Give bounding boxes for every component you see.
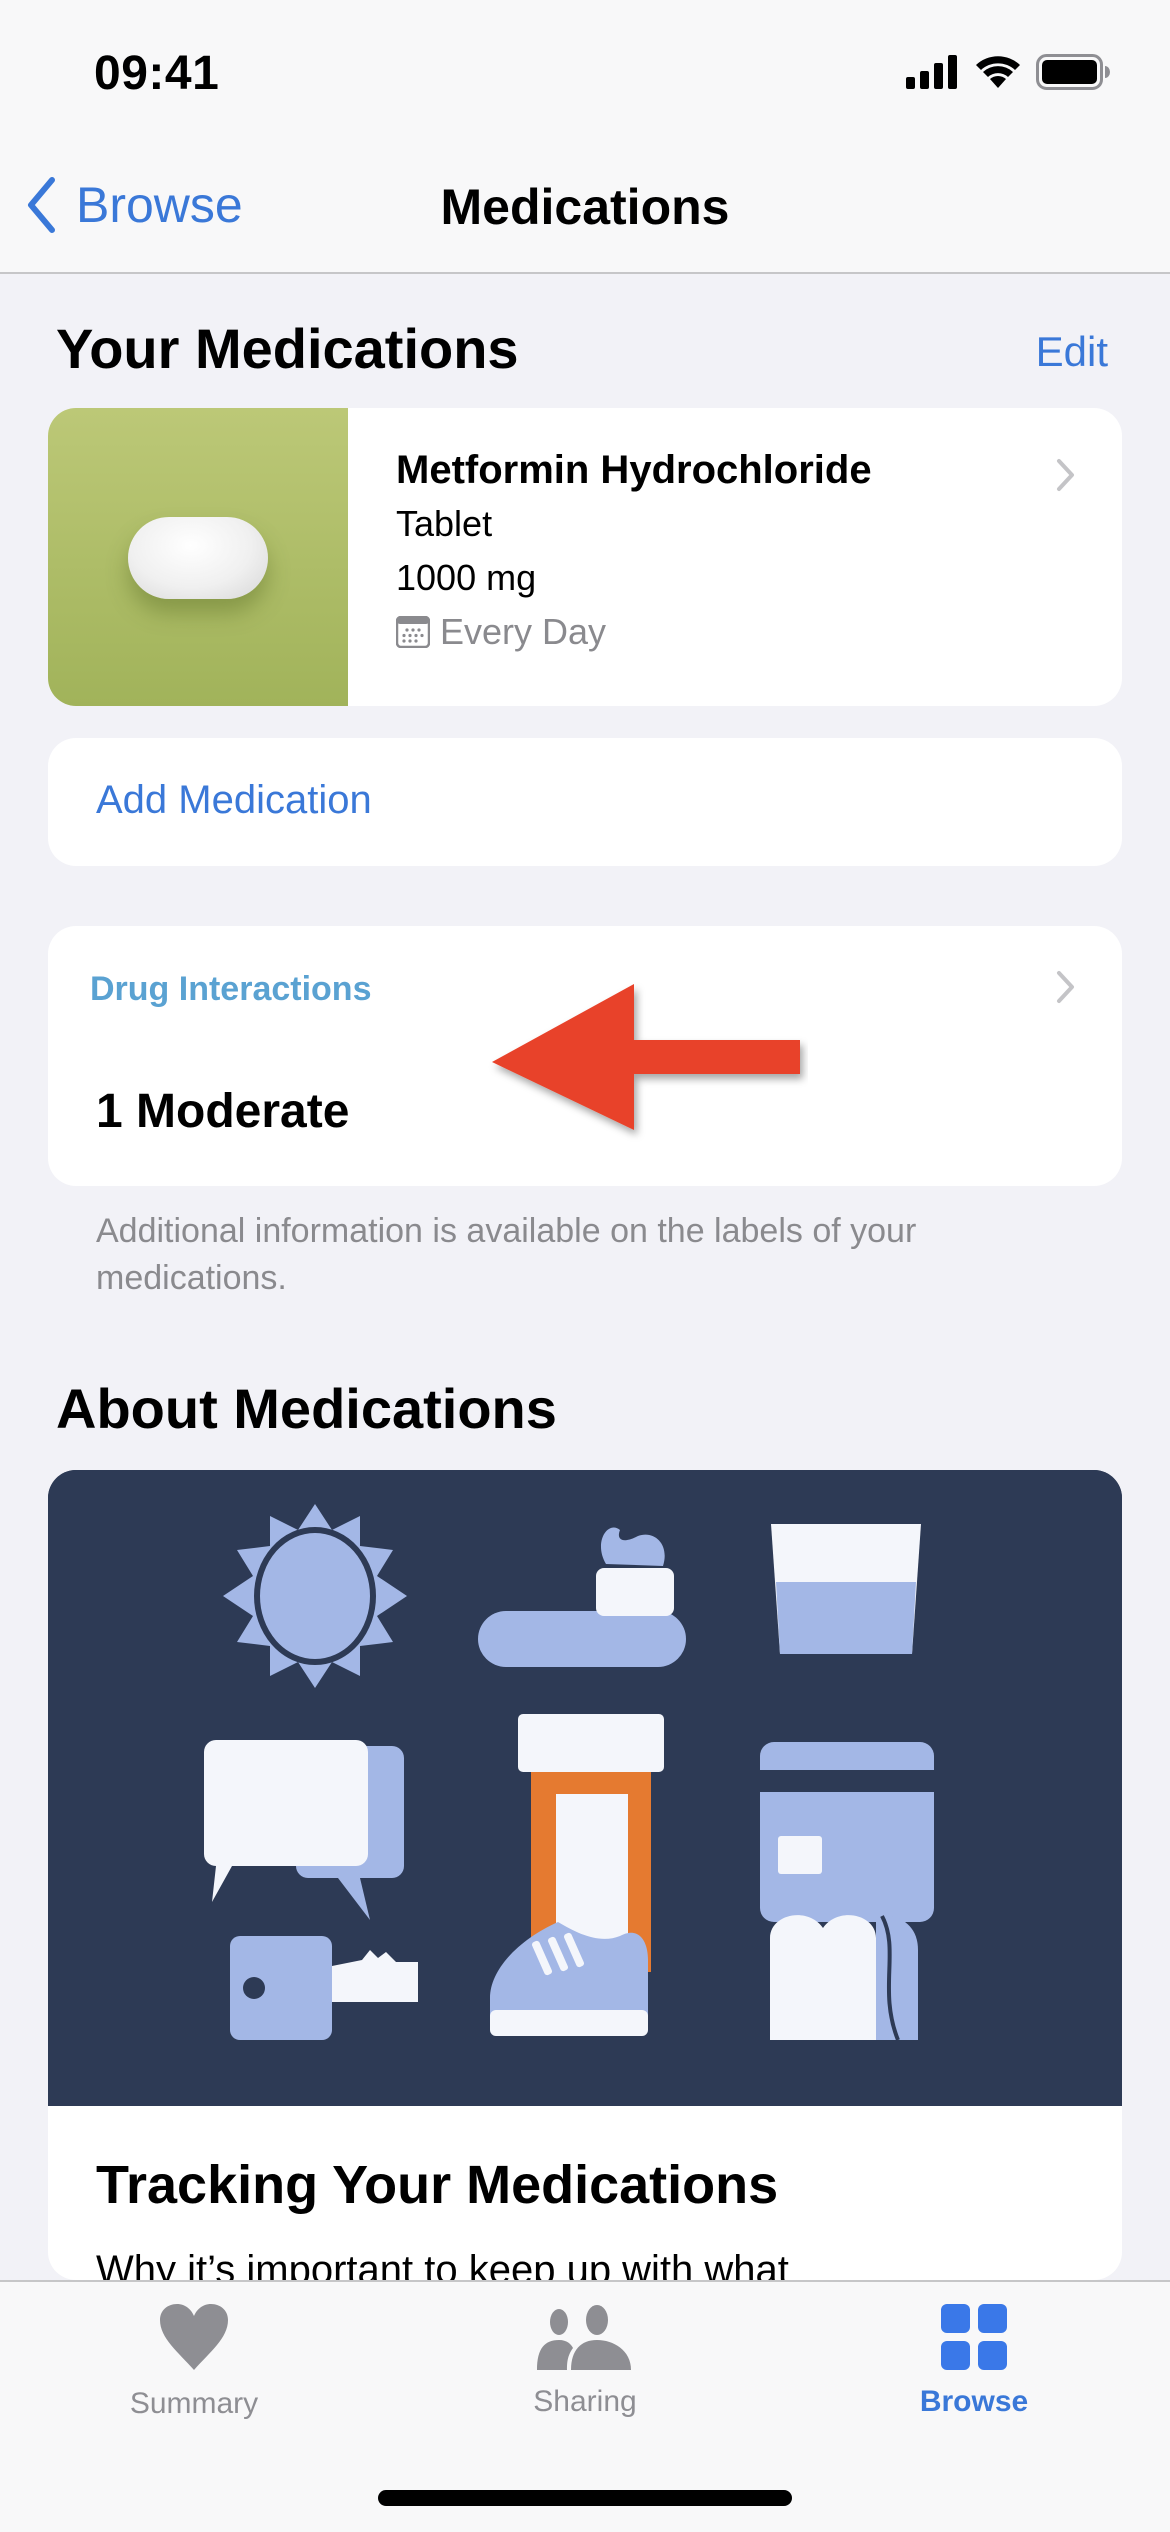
medication-frequency: Every Day [396, 611, 1122, 653]
medication-info: Metformin Hydrochloride Tablet 1000 mg E… [348, 408, 1122, 706]
home-indicator[interactable] [378, 2490, 792, 2506]
medication-name: Metformin Hydrochloride [396, 448, 872, 492]
bread-icon [770, 1914, 918, 2041]
chevron-right-icon [1057, 459, 1074, 491]
article-title: Tracking Your Medications [96, 2155, 779, 2215]
tab-sharing-label: Sharing [533, 2385, 637, 2418]
medication-form: Tablet [396, 503, 493, 544]
tab-summary[interactable]: Summary [64, 2304, 324, 2421]
drug-interactions-title: Drug Interactions [90, 970, 372, 1008]
water-glass-icon [771, 1524, 921, 1654]
tablet-pill-icon [128, 517, 268, 599]
tab-summary-label: Summary [129, 2387, 259, 2420]
wifi-icon [976, 56, 1020, 88]
signal-icon [906, 55, 957, 89]
add-medication-button[interactable]: Add Medication [48, 738, 1122, 866]
people-icon [537, 2305, 631, 2370]
medication-card[interactable]: Metformin Hydrochloride Tablet 1000 mg E… [48, 408, 1122, 706]
scroll-content[interactable]: Your Medications Edit Metformin Hydrochl… [0, 276, 1170, 2280]
tab-sharing[interactable]: Sharing [455, 2304, 715, 2419]
calendar-icon [396, 616, 430, 648]
grid-icon [941, 2304, 1007, 2370]
medication-image [48, 408, 348, 706]
article-card[interactable]: Tracking Your Medications Why it’s impor… [48, 1470, 1122, 2280]
status-time: 09:41 [94, 47, 220, 100]
medication-dose: 1000 mg [396, 557, 537, 598]
page-title: Medications [440, 179, 730, 235]
heart-icon [160, 2304, 228, 2370]
drug-interactions-footnote: Additional information is available on t… [96, 1212, 917, 1297]
battery-icon [1036, 54, 1110, 90]
annotation-arrow-icon [492, 984, 800, 1130]
tab-browse-label: Browse [919, 2385, 1029, 2418]
article-subtitle: Why it’s important to keep up with what [96, 2248, 789, 2280]
your-medications-header: Your Medications [56, 317, 519, 380]
navigation-bar: Browse Medications [0, 150, 1170, 274]
frequency-label: Every Day [440, 611, 607, 652]
edit-button[interactable]: Edit [1036, 328, 1108, 376]
tab-bar: Summary Sharing Browse [0, 2280, 1170, 2532]
status-bar: 09:41 [0, 0, 1170, 150]
drug-interactions-count: 1 Moderate [96, 1085, 350, 1138]
about-medications-header: About Medications [56, 1377, 557, 1440]
status-icons [906, 54, 1110, 90]
medications-illustration [48, 1470, 1122, 2106]
chevron-right-icon [1057, 971, 1074, 1003]
add-medication-label: Add Medication [96, 778, 372, 822]
credit-card-icon [760, 1742, 934, 1922]
tab-browse[interactable]: Browse [844, 2304, 1104, 2419]
